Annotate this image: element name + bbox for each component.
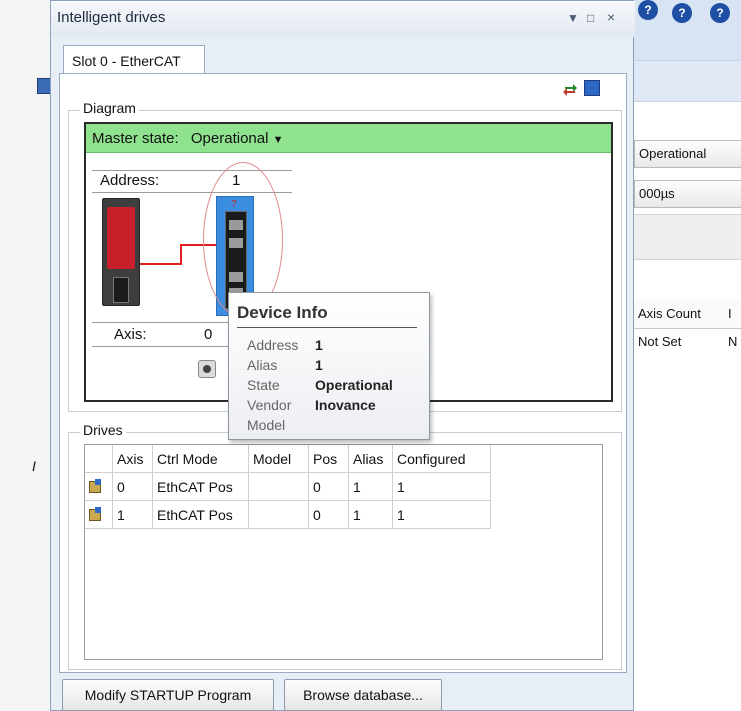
axis-count-header[interactable]: Axis Count (638, 306, 701, 321)
fit-view-icon[interactable] (584, 80, 600, 96)
diagram-group-label: Diagram (80, 100, 139, 116)
tooltip-key: Address (247, 337, 299, 353)
window-title: Intelligent drives (57, 9, 166, 26)
address-label: Address: (100, 172, 160, 189)
motor-icon[interactable] (198, 360, 216, 378)
axis-value: 0 (204, 326, 213, 343)
table-cell[interactable] (249, 473, 309, 501)
refresh-icon[interactable] (562, 82, 578, 98)
drives-table: Axis Ctrl Mode Model Pos Alias Configure… (84, 444, 603, 660)
table-cell[interactable]: 1 (393, 501, 491, 529)
state-combo[interactable]: Operational (634, 140, 741, 168)
device-info-tooltip: Device Info Address 1 Alias 1 State Oper… (228, 292, 430, 440)
master-state-value[interactable]: Operational (191, 130, 269, 147)
column-header[interactable]: Ctrl Mode (153, 445, 249, 473)
tooltip-key: Alias (247, 357, 278, 373)
table-cell[interactable]: 1 (349, 501, 393, 529)
table-cell[interactable]: EthCAT Pos (153, 473, 249, 501)
table-corner (85, 445, 113, 473)
table-cell[interactable]: 1 (349, 473, 393, 501)
ethercat-cable (180, 244, 182, 265)
column-header[interactable]: Axis (113, 445, 153, 473)
col-n-value: N (728, 334, 738, 349)
axis-label: Axis: (114, 326, 147, 343)
help-icon[interactable]: ? (710, 3, 730, 23)
background-left-glyph: I (32, 458, 36, 474)
tooltip-key: Vendor (247, 397, 292, 413)
master-state-label: Master state: (92, 130, 179, 147)
column-header[interactable]: Alias (349, 445, 393, 473)
table-cell[interactable]: 1 (113, 501, 153, 529)
tab-label: Slot 0 - EtherCAT (72, 53, 181, 69)
row-header[interactable] (85, 473, 113, 501)
close-icon[interactable]: × (607, 9, 615, 25)
table-cell[interactable]: EthCAT Pos (153, 501, 249, 529)
window-titlebar[interactable]: Intelligent drives ▼ □ × (51, 1, 635, 37)
modify-startup-program-button[interactable]: Modify STARTUP Program (62, 679, 274, 711)
drive-properties-icon[interactable] (89, 479, 101, 493)
tooltip-title: Device Info (237, 303, 328, 322)
browse-database-button[interactable]: Browse database... (284, 679, 442, 711)
row-header[interactable] (85, 501, 113, 529)
tab-slot0-ethercat[interactable]: Slot 0 - EtherCAT (63, 45, 205, 75)
column-header[interactable]: Configured (393, 445, 491, 473)
background-gray-row (634, 214, 741, 260)
background-right-area (634, 0, 741, 711)
ethercat-cable (140, 263, 180, 265)
tooltip-key: Model (247, 417, 286, 433)
document-icon[interactable] (37, 78, 51, 94)
tooltip-value: 1 (315, 357, 323, 373)
col-i-header[interactable]: I (728, 306, 732, 321)
maximize-icon[interactable]: □ (587, 11, 594, 25)
table-cell[interactable]: 1 (393, 473, 491, 501)
period-combo[interactable]: 000µs (634, 180, 741, 208)
controller-device[interactable] (102, 198, 140, 306)
help-icon[interactable]: ? (672, 3, 692, 23)
tooltip-value: 1 (315, 337, 323, 353)
table-cell[interactable]: 0 (309, 501, 349, 529)
tooltip-value: Operational (315, 377, 393, 393)
table-cell[interactable]: 0 (309, 473, 349, 501)
period-combo-value: 000µs (639, 186, 675, 201)
state-combo-value: Operational (639, 146, 707, 161)
table-cell[interactable] (249, 501, 309, 529)
axis-count-value: Not Set (638, 334, 682, 349)
table-cell[interactable]: 0 (113, 473, 153, 501)
drive-properties-icon[interactable] (89, 507, 101, 521)
tooltip-divider (237, 327, 417, 328)
background-left-panel (0, 0, 56, 711)
help-icon[interactable]: ? (638, 0, 658, 20)
chevron-down-icon[interactable]: ▼ (273, 134, 284, 146)
master-state-bar[interactable]: Master state: Operational ▼ (86, 124, 611, 153)
drives-group-label: Drives (80, 422, 126, 438)
tooltip-key: State (247, 377, 280, 393)
tooltip-value: Inovance (315, 397, 376, 413)
window-menu-icon[interactable]: ▼ (567, 11, 579, 25)
column-header[interactable]: Pos (309, 445, 349, 473)
background-ribbon-band (634, 60, 741, 102)
column-header[interactable]: Model (249, 445, 309, 473)
